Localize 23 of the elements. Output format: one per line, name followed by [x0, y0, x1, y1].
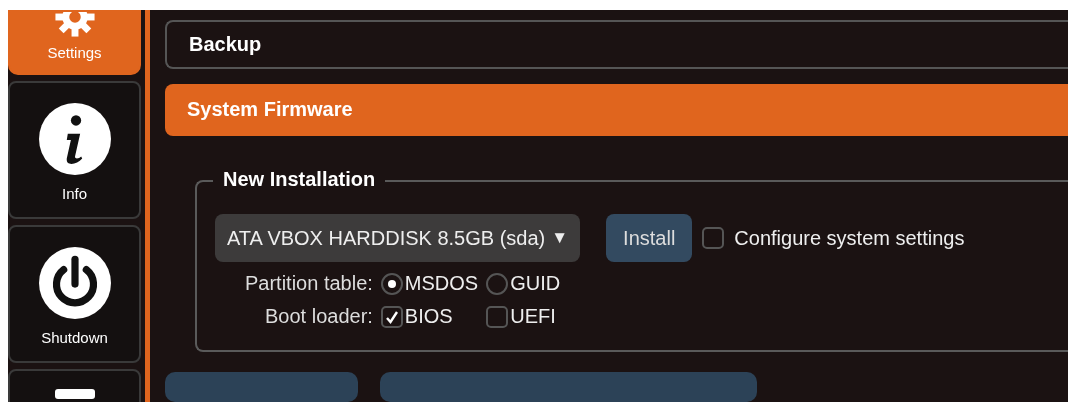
field-label: Boot loader: — [264, 305, 373, 329]
info-icon — [38, 103, 111, 175]
disk-dropdown[interactable]: ATA VBOX HARDDISK 8.5GB (sda) ▼ — [215, 214, 581, 263]
radio-button[interactable] — [486, 272, 509, 295]
checkbox[interactable] — [702, 227, 725, 250]
tile-icon — [54, 389, 95, 399]
power-icon — [38, 247, 111, 319]
sidebar-item[interactable]: Info — [8, 81, 141, 219]
radio-label: MSDOS — [404, 272, 479, 296]
field-label: Partition table: — [245, 272, 373, 296]
radio-button[interactable] — [380, 272, 403, 295]
sidebar-item[interactable] — [8, 369, 141, 402]
checkbox-label: Configure system settings — [734, 226, 965, 250]
radio-label: GUID — [510, 272, 561, 296]
checkbox-label: BIOS — [404, 305, 453, 329]
sidebar-item[interactable]: Shutdown — [8, 225, 141, 363]
install-button[interactable]: Install — [606, 214, 693, 263]
section-header[interactable]: Backup — [165, 20, 1068, 69]
check-icon — [384, 309, 399, 324]
checkbox-label: UEFI — [510, 305, 556, 329]
caret-icon: ▼ — [551, 228, 569, 249]
checkbox[interactable] — [380, 305, 403, 328]
checkbox[interactable] — [486, 305, 509, 328]
